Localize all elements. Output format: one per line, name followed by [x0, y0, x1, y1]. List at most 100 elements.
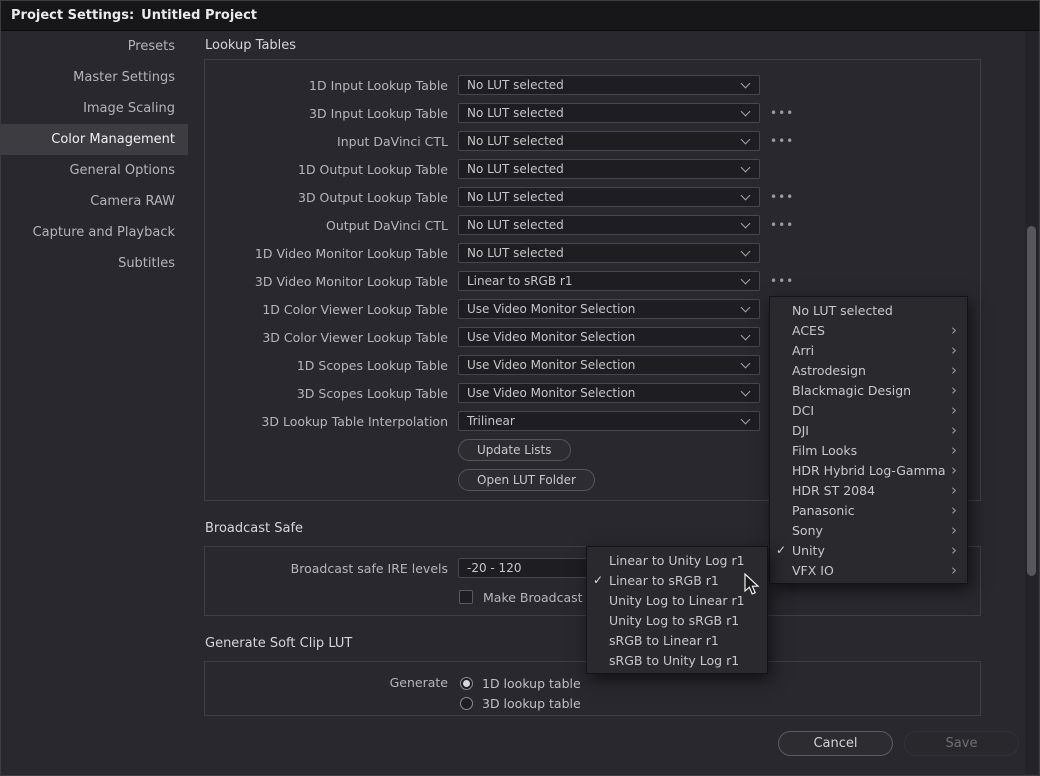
lut-dropdown-3d-input[interactable]: No LUT selected — [458, 103, 760, 123]
unity-submenu: ✓ Linear to Unity Log r1 ✓ Linear to sRG… — [586, 546, 768, 674]
submenu-item-unity-log-to-srgb[interactable]: ✓ Unity Log to sRGB r1 — [587, 610, 767, 630]
lut-row: 1D Output Lookup Table No LUT selected •… — [205, 155, 980, 183]
menu-item-blackmagic-design[interactable]: ✓ Blackmagic Design › — [770, 380, 967, 400]
window-title: Project Settings: — [11, 8, 134, 23]
radio-1d-lookup-table[interactable] — [460, 677, 473, 690]
menu-item-label: Film Looks — [792, 443, 951, 458]
sidebar-item-general-options[interactable]: General Options — [1, 155, 188, 186]
chevron-down-icon — [741, 415, 751, 425]
cancel-button[interactable]: Cancel — [778, 731, 893, 756]
section-title-lookup-tables: Lookup Tables — [205, 38, 296, 53]
sidebar-item-camera-raw[interactable]: Camera RAW — [1, 186, 188, 217]
sidebar-item-master-settings[interactable]: Master Settings — [1, 62, 188, 93]
lut-dropdown-1d-output[interactable]: No LUT selected — [458, 159, 760, 179]
lut-options-icon[interactable]: ••• — [770, 218, 792, 232]
lut-dropdown-1d-color-viewer[interactable]: Use Video Monitor Selection — [458, 299, 760, 319]
menu-item-dci[interactable]: ✓ DCI › — [770, 400, 967, 420]
menu-item-label: DJI — [792, 423, 951, 438]
dropdown-value: -20 - 120 — [459, 561, 521, 575]
lut-dropdown-3d-color-viewer[interactable]: Use Video Monitor Selection — [458, 327, 760, 347]
menu-item-label: Unity — [792, 543, 951, 558]
save-button[interactable]: Save — [904, 731, 1019, 756]
lut-dropdown-3d-video-monitor[interactable]: Linear to sRGB r1 — [458, 271, 760, 291]
sidebar-item-subtitles[interactable]: Subtitles — [1, 248, 188, 279]
submenu-item-linear-to-srgb[interactable]: ✓ Linear to sRGB r1 — [587, 570, 767, 590]
menu-item-label: Unity Log to sRGB r1 — [609, 613, 757, 628]
lut-dropdown-1d-video-monitor[interactable]: No LUT selected — [458, 243, 760, 263]
dropdown-value: No LUT selected — [459, 78, 564, 92]
radio-row: 3D lookup table — [460, 693, 581, 713]
lut-dropdown-input-ctl[interactable]: No LUT selected — [458, 131, 760, 151]
lut-options-icon[interactable]: ••• — [770, 106, 792, 120]
sidebar-item-presets[interactable]: Presets — [1, 31, 188, 62]
lut-options-icon[interactable]: ••• — [770, 190, 792, 204]
menu-item-label: sRGB to Linear r1 — [609, 633, 757, 648]
menu-item-aces[interactable]: ✓ ACES › — [770, 320, 967, 340]
sidebar-item-image-scaling[interactable]: Image Scaling — [1, 93, 188, 124]
lut-row: Input DaVinci CTL No LUT selected ••• — [205, 127, 980, 155]
radio-label-1d: 1D lookup table — [482, 676, 581, 691]
dropdown-value: Use Video Monitor Selection — [459, 330, 635, 344]
chevron-down-icon — [741, 359, 751, 369]
lut-row-label: 1D Color Viewer Lookup Table — [205, 302, 448, 317]
menu-item-hdr-hlg[interactable]: ✓ HDR Hybrid Log-Gamma › — [770, 460, 967, 480]
submenu-item-linear-to-unity-log[interactable]: ✓ Linear to Unity Log r1 — [587, 550, 767, 570]
check-icon: ✓ — [593, 573, 609, 587]
submenu-arrow-icon: › — [951, 463, 957, 477]
lut-dropdown-1d-scopes[interactable]: Use Video Monitor Selection — [458, 355, 760, 375]
make-broadcast-safe-checkbox[interactable] — [459, 590, 473, 604]
scrollbar-track[interactable] — [1025, 31, 1038, 774]
submenu-arrow-icon: › — [951, 543, 957, 557]
dropdown-value: Use Video Monitor Selection — [459, 302, 635, 316]
radio-dot — [463, 680, 470, 687]
lut-dropdown-interpolation[interactable]: Trilinear — [458, 411, 760, 431]
chevron-down-icon — [741, 247, 751, 257]
menu-item-label: Linear to sRGB r1 — [609, 573, 757, 588]
lut-dropdown-3d-output[interactable]: No LUT selected — [458, 187, 760, 207]
menu-item-arri[interactable]: ✓ Arri › — [770, 340, 967, 360]
lut-dropdown-output-ctl[interactable]: No LUT selected — [458, 215, 760, 235]
menu-item-sony[interactable]: ✓ Sony › — [770, 520, 967, 540]
lut-row-label: 3D Color Viewer Lookup Table — [205, 330, 448, 345]
submenu-arrow-icon: › — [951, 323, 957, 337]
submenu-item-srgb-to-linear[interactable]: ✓ sRGB to Linear r1 — [587, 630, 767, 650]
dropdown-value: No LUT selected — [459, 134, 564, 148]
sidebar-item-capture-playback[interactable]: Capture and Playback — [1, 217, 188, 248]
update-lists-button[interactable]: Update Lists — [458, 439, 571, 461]
menu-item-label: No LUT selected — [792, 303, 951, 318]
sidebar-item-color-management[interactable]: Color Management — [1, 124, 188, 155]
submenu-arrow-icon: › — [951, 503, 957, 517]
dropdown-value: No LUT selected — [459, 246, 564, 260]
submenu-arrow-icon: › — [951, 423, 957, 437]
radio-row: 1D lookup table — [460, 673, 581, 693]
submenu-arrow-icon: › — [951, 403, 957, 417]
radio-3d-lookup-table[interactable] — [460, 697, 473, 710]
lut-row-label: Input DaVinci CTL — [205, 134, 448, 149]
menu-item-film-looks[interactable]: ✓ Film Looks › — [770, 440, 967, 460]
menu-item-panasonic[interactable]: ✓ Panasonic › — [770, 500, 967, 520]
menu-item-label: Panasonic — [792, 503, 951, 518]
lut-row-label: 3D Scopes Lookup Table — [205, 386, 448, 401]
scrollbar-thumb[interactable] — [1027, 226, 1036, 576]
submenu-arrow-icon: › — [951, 443, 957, 457]
menu-item-label: VFX IO — [792, 563, 951, 578]
menu-item-no-lut[interactable]: ✓ No LUT selected › — [770, 300, 967, 320]
menu-item-astrodesign[interactable]: ✓ Astrodesign › — [770, 360, 967, 380]
menu-item-label: Linear to Unity Log r1 — [609, 553, 757, 568]
chevron-down-icon — [741, 219, 751, 229]
menu-item-hdr-st2084[interactable]: ✓ HDR ST 2084 › — [770, 480, 967, 500]
menu-item-dji[interactable]: ✓ DJI › — [770, 420, 967, 440]
submenu-item-unity-log-to-linear[interactable]: ✓ Unity Log to Linear r1 — [587, 590, 767, 610]
menu-item-vfx-io[interactable]: ✓ VFX IO › — [770, 560, 967, 580]
dropdown-value: Use Video Monitor Selection — [459, 386, 635, 400]
menu-item-label: Arri — [792, 343, 951, 358]
open-lut-folder-button[interactable]: Open LUT Folder — [458, 469, 595, 491]
radio-label-3d: 3D lookup table — [482, 696, 581, 711]
lut-row-label: 1D Input Lookup Table — [205, 78, 448, 93]
lut-options-icon[interactable]: ••• — [770, 134, 792, 148]
menu-item-unity[interactable]: ✓ Unity › — [770, 540, 967, 560]
submenu-item-srgb-to-unity-log[interactable]: ✓ sRGB to Unity Log r1 — [587, 650, 767, 670]
lut-dropdown-1d-input[interactable]: No LUT selected — [458, 75, 760, 95]
lut-options-icon[interactable]: ••• — [770, 274, 792, 288]
lut-dropdown-3d-scopes[interactable]: Use Video Monitor Selection — [458, 383, 760, 403]
